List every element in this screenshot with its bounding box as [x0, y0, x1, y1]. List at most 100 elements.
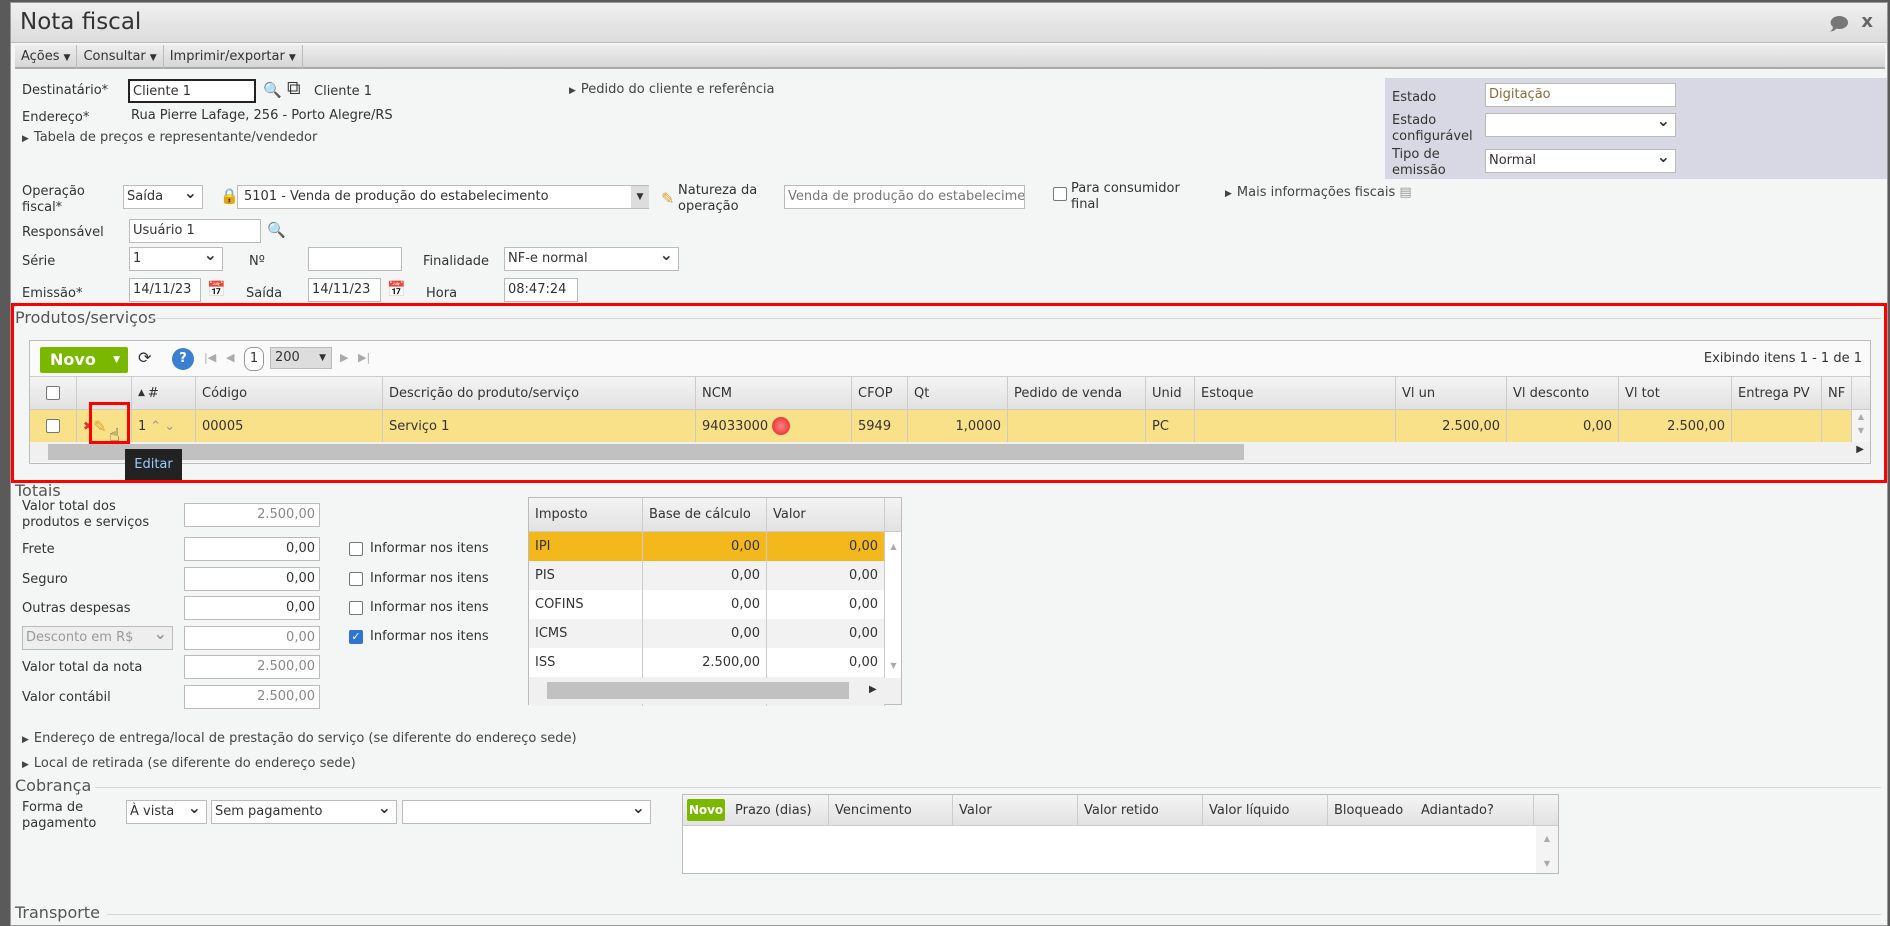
- informar-frete-checkbox[interactable]: [349, 542, 363, 556]
- cell-imposto: COFINS: [529, 590, 643, 619]
- informar-desconto-checkbox[interactable]: ✓: [349, 630, 363, 644]
- mais-informacoes-label: Mais informações fiscais: [1236, 185, 1396, 200]
- search-icon[interactable]: 🔍: [263, 81, 282, 99]
- finalidade-select[interactable]: NF-e normal: [504, 247, 679, 271]
- menu-bar: Ações ▼ Consultar ▼ Imprimir/exportar ▼: [15, 45, 1885, 69]
- status-panel: Estado Digitação Estadoconfigurável Tipo…: [1385, 78, 1887, 179]
- operacao-label: Operação fiscal*: [22, 184, 85, 216]
- menu-imprimir[interactable]: Imprimir/exportar ▼: [164, 45, 303, 69]
- operacao-combo[interactable]: 5101 - Venda de produção do estabelecime…: [237, 185, 649, 209]
- column-header-vencimento[interactable]: Vencimento: [829, 795, 953, 825]
- scroll-right-icon[interactable]: ▶: [869, 684, 877, 695]
- column-header-prazo[interactable]: Prazo (dias): [729, 795, 829, 825]
- column-header-bloqueado[interactable]: Bloqueado: [1328, 795, 1415, 825]
- serie-select[interactable]: 1: [129, 247, 223, 271]
- speech-bubble-icon[interactable]: 🗩: [1829, 12, 1849, 42]
- column-header-base[interactable]: Base de cálculo: [643, 498, 767, 531]
- cell-imposto: ISS: [529, 648, 643, 677]
- frete-label: Frete: [22, 542, 55, 557]
- natureza-input[interactable]: Venda de produção do estabelecime: [784, 185, 1025, 209]
- menu-label: Ações: [21, 49, 60, 64]
- scroll-down-icon[interactable]: ▼: [1536, 859, 1558, 868]
- menu-acoes[interactable]: Ações ▼: [15, 45, 78, 69]
- cell-valor: 0,00: [767, 532, 885, 561]
- tipo-emissao-select[interactable]: Normal: [1485, 149, 1676, 173]
- pedido-cliente-toggle[interactable]: ▶ Pedido do cliente e referência: [569, 82, 774, 97]
- horizontal-scrollbar[interactable]: ▶: [529, 678, 901, 704]
- label-line: Para consumidor: [1071, 181, 1180, 196]
- divider: [95, 787, 1881, 788]
- endereco-label: Endereço*: [22, 110, 90, 125]
- tipo-emissao-label: Tipo de emissão: [1392, 147, 1446, 179]
- table-row[interactable]: ICMS 0,00 0,00: [529, 619, 885, 648]
- tabela-precos-toggle[interactable]: ▶ Tabela de preços e representante/vended…: [22, 130, 317, 145]
- condicao-select[interactable]: À vista: [126, 800, 207, 824]
- saida-label: Saída: [246, 286, 283, 301]
- column-header-valor-retido[interactable]: Valor retido: [1078, 795, 1203, 825]
- label-line: final: [1071, 197, 1100, 212]
- consumidor-final-checkbox[interactable]: [1053, 187, 1067, 201]
- destinatario-input[interactable]: Cliente 1: [128, 79, 256, 103]
- vertical-scrollbar[interactable]: ▲ ▼: [885, 532, 902, 678]
- column-header-adiantado[interactable]: Adiantado?: [1415, 795, 1534, 825]
- menu-consultar[interactable]: Consultar ▼: [77, 45, 164, 69]
- novo-parcela-button[interactable]: Novo: [687, 799, 725, 821]
- local-retirada-toggle[interactable]: ▶ Local de retirada (se diferente do ende…: [22, 756, 356, 771]
- close-button[interactable]: x: [1861, 11, 1873, 32]
- pencil-icon[interactable]: ✎: [661, 189, 674, 208]
- window-title: Nota fiscal: [20, 9, 142, 35]
- caret-down-icon[interactable]: ▼: [631, 186, 649, 208]
- cell-base: 0,00: [643, 532, 767, 561]
- destinatario-link[interactable]: Cliente 1: [314, 84, 372, 100]
- tipo-pagamento-select[interactable]: Sem pagamento: [211, 800, 397, 824]
- calendar-icon[interactable]: 📅: [207, 280, 226, 298]
- caret-down-icon: ▼: [63, 53, 71, 63]
- table-row[interactable]: IPI 0,00 0,00: [529, 532, 885, 561]
- scroll-down-icon[interactable]: ▼: [885, 661, 902, 670]
- outras-despesas-input[interactable]: 0,00: [184, 596, 320, 620]
- desconto-tipo-select: Desconto em R$: [22, 626, 173, 650]
- table-row[interactable]: PIS 0,00 0,00: [529, 561, 885, 590]
- hand-cursor-icon: ☝: [109, 425, 120, 446]
- cell-imposto: PIS: [529, 561, 643, 590]
- cell-base: 0,00: [643, 590, 767, 619]
- label-line: Tipo de: [1392, 147, 1440, 162]
- vertical-scrollbar[interactable]: ▲ ▼: [1536, 826, 1558, 873]
- scroll-up-icon[interactable]: ▲: [1536, 834, 1558, 843]
- outras-despesas-label: Outras despesas: [22, 601, 131, 616]
- emissao-date-input[interactable]: 14/11/23: [129, 278, 201, 302]
- pagamento-extra-select[interactable]: [402, 800, 651, 824]
- table-row[interactable]: ISS 2.500,00 0,00: [529, 648, 885, 677]
- cell-base: 2.500,00: [643, 648, 767, 677]
- estado-configuravel-select[interactable]: [1485, 113, 1676, 137]
- grid-header: Novo Prazo (dias) Vencimento Valor Valor…: [683, 795, 1558, 826]
- endereco-entrega-toggle[interactable]: ▶ Endereço de entrega/local de prestação …: [22, 731, 577, 746]
- search-icon[interactable]: 🔍: [267, 221, 286, 239]
- scroll-up-icon[interactable]: ▲: [885, 542, 902, 551]
- table-row[interactable]: COFINS 0,00 0,00: [529, 590, 885, 619]
- scroll-thumb[interactable]: [547, 682, 849, 699]
- column-header-valor-liquido[interactable]: Valor líquido: [1203, 795, 1328, 825]
- frete-input[interactable]: 0,00: [184, 537, 320, 561]
- cell-valor: 0,00: [767, 590, 885, 619]
- cell-valor: 0,00: [767, 561, 885, 590]
- informar-outras-checkbox[interactable]: [349, 601, 363, 615]
- calendar-icon[interactable]: 📅: [387, 280, 406, 298]
- column-header-valor[interactable]: Valor: [767, 498, 885, 531]
- open-external-icon[interactable]: ⧉: [287, 77, 301, 99]
- seguro-label: Seguro: [22, 572, 68, 587]
- numero-input[interactable]: [308, 247, 402, 271]
- tooltip: Editar: [125, 449, 182, 480]
- mais-informacoes-toggle[interactable]: ▶ Mais informações fiscais ▤: [1225, 185, 1412, 200]
- label-line: Forma de: [22, 800, 84, 815]
- responsavel-input[interactable]: Usuário 1: [129, 219, 261, 243]
- operacao-tipo-select[interactable]: Saída: [123, 185, 203, 209]
- hora-input[interactable]: 08:47:24: [504, 278, 578, 302]
- informar-seguro-checkbox[interactable]: [349, 572, 363, 586]
- column-header-imposto[interactable]: Imposto: [529, 498, 643, 531]
- transporte-section-title: Transporte: [15, 903, 100, 922]
- seguro-input[interactable]: 0,00: [184, 567, 320, 591]
- cobranca-grid: Novo Prazo (dias) Vencimento Valor Valor…: [682, 794, 1559, 874]
- column-header-valor[interactable]: Valor: [953, 795, 1078, 825]
- saida-date-input[interactable]: 14/11/23: [308, 278, 381, 302]
